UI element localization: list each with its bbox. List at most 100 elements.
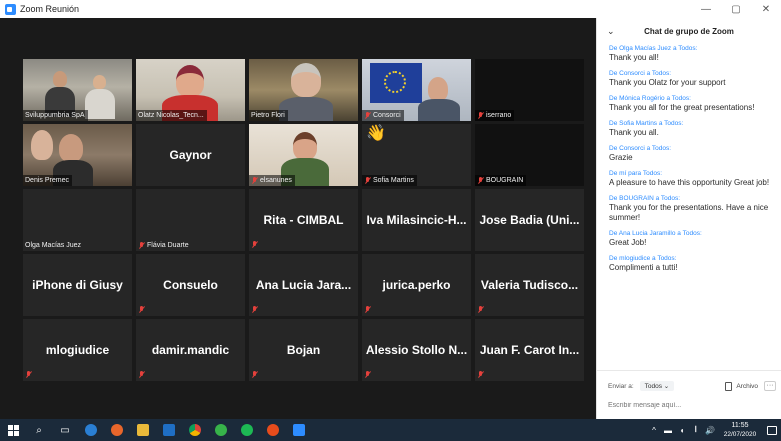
window-controls: — ▢ ✕ — [691, 0, 781, 18]
more-button[interactable]: ··· — [764, 381, 776, 391]
tray-expand-icon[interactable]: ^ — [647, 426, 661, 435]
participant-tile-pietro[interactable]: Pietro Flori — [249, 59, 358, 121]
search-icon[interactable]: ⌕ — [26, 419, 52, 441]
participant-tile-analucia[interactable]: Ana Lucia Jara... — [249, 254, 358, 316]
chat-to[interactable]: Todos — [652, 145, 669, 152]
chat-sender[interactable]: Consorci — [619, 70, 645, 77]
participant-label: Sofia Martins — [362, 175, 417, 186]
zoom-taskbar-icon[interactable] — [286, 419, 312, 441]
network-icon[interactable]: ◖ — [675, 426, 689, 435]
file-label: Archivo — [736, 382, 758, 390]
chrome-icon[interactable] — [182, 419, 208, 441]
chat-sender[interactable]: Mónica Rogério — [619, 95, 665, 102]
participant-tile-flavia[interactable]: Flávia Duarte — [136, 189, 245, 251]
participant-tile-damir[interactable]: damir.mandic — [136, 319, 245, 381]
chat-title: Chat de grupo de Zoom — [644, 26, 734, 36]
participant-name: damir.mandic — [151, 343, 230, 357]
participant-tile-iva[interactable]: Iva Milasincic-H... — [362, 189, 471, 251]
participant-tile-consorci-video[interactable]: Consorci — [362, 59, 471, 121]
participant-tile-olga[interactable]: Olga Macías Juez — [23, 189, 132, 251]
firefox-icon[interactable] — [104, 419, 130, 441]
task-view-icon[interactable]: ▭ — [52, 419, 78, 441]
participant-name: jurica.perko — [382, 278, 451, 292]
chat-message-text: Great Job! — [609, 238, 647, 247]
chat-to[interactable]: Todos — [678, 45, 695, 52]
clock[interactable]: 11:55 22/07/2020 — [717, 421, 763, 439]
chat-to[interactable]: Todos — [661, 195, 678, 202]
maximize-button[interactable]: ▢ — [721, 0, 751, 18]
chat-suffix: : — [674, 255, 677, 262]
chat-message-header: De BOUGRAIN a Todos: — [609, 194, 774, 203]
edge-icon[interactable] — [78, 419, 104, 441]
participant-tile-consuelo[interactable]: Consuelo — [136, 254, 245, 316]
chat-to[interactable]: Todos — [683, 230, 700, 237]
participant-name: Valeria Tudisco... — [480, 278, 579, 292]
chat-sender[interactable]: BOUGRAIN — [619, 195, 654, 202]
chat-message: De Olga Macías Juez a Todos: Thank you al… — [609, 44, 774, 63]
file-explorer-icon[interactable] — [130, 419, 156, 441]
participant-label: elsanunes — [249, 175, 295, 186]
mic-muted-icon — [251, 371, 258, 379]
participant-tile-bojan[interactable]: Bojan — [249, 319, 358, 381]
file-icon — [725, 381, 733, 391]
mic-muted-icon — [364, 371, 371, 379]
participant-tile-mlogiudice[interactable]: mlogiudice — [23, 319, 132, 381]
chat-sender[interactable]: Sofia Martins — [619, 120, 657, 127]
close-button[interactable]: ✕ — [751, 0, 781, 18]
chat-to[interactable]: Todos — [643, 170, 660, 177]
participant-label-text: Consorci — [373, 112, 401, 119]
chat-message-input[interactable] — [608, 399, 768, 411]
participant-tile-juan[interactable]: Juan F. Carot In... — [475, 319, 584, 381]
file-button[interactable]: Archivo — [725, 381, 758, 391]
chat-sender[interactable]: Ana Lucia Jaramillo — [619, 230, 676, 237]
outlook-icon[interactable] — [156, 419, 182, 441]
send-to-label: Enviar a: — [608, 382, 634, 390]
chat-middle: a — [644, 70, 652, 77]
participant-tile-jurica[interactable]: jurica.perko — [362, 254, 471, 316]
chat-message-header: De Sofia Martins a Todos: — [609, 119, 774, 128]
participant-tile-olatz[interactable]: Olatz Nicolas_Tecn... — [136, 59, 245, 121]
participant-label-text: Flávia Duarte — [147, 242, 189, 249]
chat-message-header: De Mónica Rogério a Todos: — [609, 94, 774, 103]
app-green-icon[interactable] — [208, 419, 234, 441]
chat-message-header: De mí para Todos: — [609, 169, 774, 178]
notifications-icon[interactable] — [763, 425, 781, 435]
participant-tile-elsanunes[interactable]: elsanunes — [249, 124, 358, 186]
chat-message-text: Thank you all. — [609, 128, 659, 137]
participant-label: iserrano — [475, 110, 515, 121]
chat-to[interactable]: Todos — [664, 120, 681, 127]
chat-sender[interactable]: mlogiudice — [619, 255, 650, 262]
participant-label-text: Olga Macías Juez — [25, 242, 82, 249]
chat-sender[interactable]: Consorci — [619, 145, 645, 152]
spotify-icon[interactable] — [234, 419, 260, 441]
volume-icon[interactable]: 🔊 — [703, 426, 717, 435]
chat-message-header: De Consorci a Todos: — [609, 144, 774, 153]
app-orange-icon[interactable] — [260, 419, 286, 441]
pen-icon[interactable]: 𝄃 — [689, 425, 703, 435]
participant-tile-sviluppumbria[interactable]: Sviluppumbria SpA — [23, 59, 132, 121]
participant-tile-bougrain[interactable]: BOUGRAIN — [475, 124, 584, 186]
participant-tile-iserrano[interactable]: iserrano — [475, 59, 584, 121]
chat-sender[interactable]: Olga Macías Juez — [619, 45, 671, 52]
participant-tile-sofia[interactable]: 👋 Sofia Martins — [362, 124, 471, 186]
chat-to[interactable]: Todos — [672, 95, 689, 102]
participant-tile-alessio[interactable]: Alessio Stollo N... — [362, 319, 471, 381]
participant-tile-valeria[interactable]: Valeria Tudisco... — [475, 254, 584, 316]
chat-to[interactable]: Todos — [657, 255, 674, 262]
participant-name: Ana Lucia Jara... — [255, 278, 352, 292]
recipient-select[interactable]: Todos ⌄ — [639, 381, 675, 391]
participant-tile-giusy[interactable]: iPhone di Giusy — [23, 254, 132, 316]
chat-prefix: De — [609, 170, 620, 177]
participant-tile-denis[interactable]: Denis Premec — [23, 124, 132, 186]
battery-icon[interactable]: ▬ — [661, 426, 675, 435]
minimize-button[interactable]: — — [691, 0, 721, 18]
chat-to[interactable]: Todos — [652, 70, 669, 77]
participant-tile-gaynor[interactable]: Gaynor — [136, 124, 245, 186]
chat-message: De Sofia Martins a Todos: Thank you all. — [609, 119, 774, 138]
chat-middle: para — [626, 170, 643, 177]
participant-label: Sviluppumbria SpA — [23, 110, 88, 121]
participant-tile-jose[interactable]: Jose Badia (Uni... — [475, 189, 584, 251]
participant-label: Olatz Nicolas_Tecn... — [136, 110, 207, 121]
start-button[interactable] — [0, 419, 26, 441]
participant-tile-rita[interactable]: Rita - CIMBAL — [249, 189, 358, 251]
